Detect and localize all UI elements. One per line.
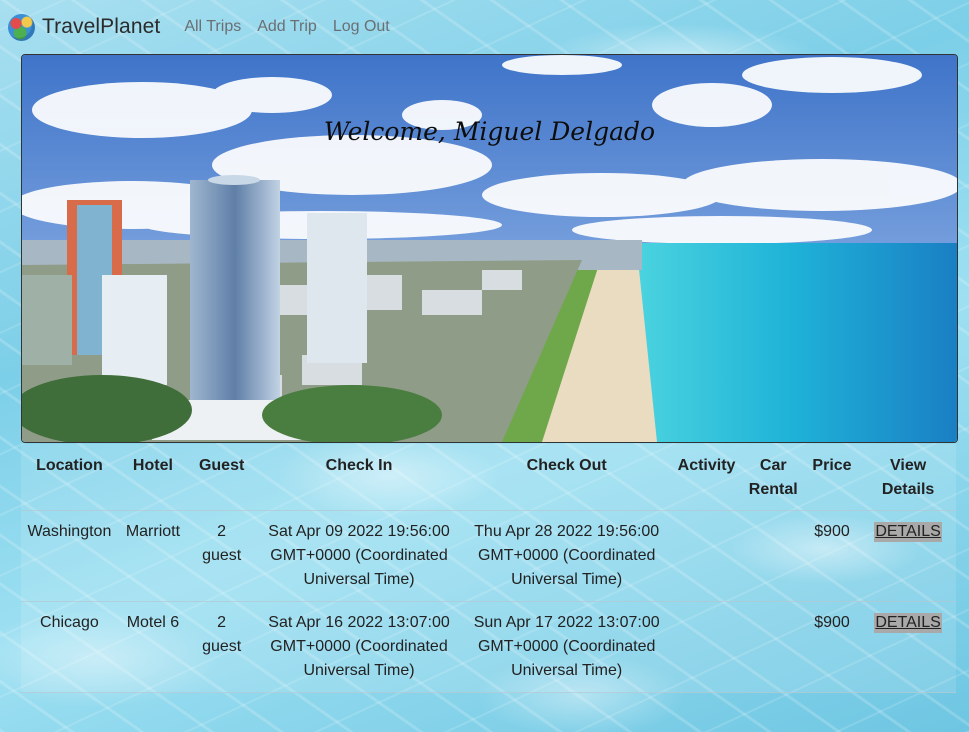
col-price: Price [803,444,861,511]
brand-link[interactable]: TravelPlanet [8,13,161,41]
details-link[interactable]: DETAILS [874,613,942,633]
cell-location: Chicago [21,601,118,693]
cell-check-out: Thu Apr 28 2022 19:56:00 GMT+0000 (Coord… [462,510,671,602]
cell-details: DETAILS [860,510,956,602]
details-link[interactable]: DETAILS [874,522,942,542]
navbar: TravelPlanet All Trips Add Trip Log Out [0,0,969,54]
welcome-heading: Welcome, Miguel Delgado [323,117,656,146]
nav-links: All Trips Add Trip Log Out [172,18,393,36]
globe-logo-icon [8,13,35,41]
cell-activity [670,510,743,602]
cell-guest: 2 guest [188,601,256,693]
cell-guest: 2 guest [188,510,256,602]
trips-table-container: Location Hotel Guest Check In Check Out … [21,444,956,693]
cell-car-rental [742,510,804,602]
cell-hotel: Motel 6 [117,601,189,693]
cell-check-out: Sun Apr 17 2022 13:07:00 GMT+0000 (Coord… [462,601,671,693]
hero-banner: Welcome, Miguel Delgado [21,54,958,443]
col-check-in: Check In [255,444,463,511]
cell-price: $900 [803,510,861,602]
col-car-rental: Car Rental [742,444,804,511]
trips-table: Location Hotel Guest Check In Check Out … [21,444,956,693]
table-row: Chicago Motel 6 2 guest Sat Apr 16 2022 … [21,601,956,693]
cell-check-in: Sat Apr 09 2022 19:56:00 GMT+0000 (Coord… [255,510,463,602]
cell-details: DETAILS [860,601,956,693]
cell-car-rental [742,601,804,693]
nav-log-out[interactable]: Log Out [333,18,390,36]
col-hotel: Hotel [117,444,189,511]
cell-hotel: Marriott [117,510,189,602]
brand-name: TravelPlanet [42,15,161,38]
cell-location: Washington [21,510,118,602]
col-check-out: Check Out [462,444,671,511]
table-row: Washington Marriott 2 guest Sat Apr 09 2… [21,510,956,602]
table-header-row: Location Hotel Guest Check In Check Out … [21,444,956,511]
cell-activity [670,601,743,693]
col-location: Location [21,444,118,511]
cell-check-in: Sat Apr 16 2022 13:07:00 GMT+0000 (Coord… [255,601,463,693]
col-activity: Activity [670,444,743,511]
col-guest: Guest [188,444,256,511]
nav-all-trips[interactable]: All Trips [184,18,241,36]
beach-city-image [22,55,957,442]
col-view-details: View Details [860,444,956,511]
nav-add-trip[interactable]: Add Trip [257,18,317,36]
cell-price: $900 [803,601,861,693]
